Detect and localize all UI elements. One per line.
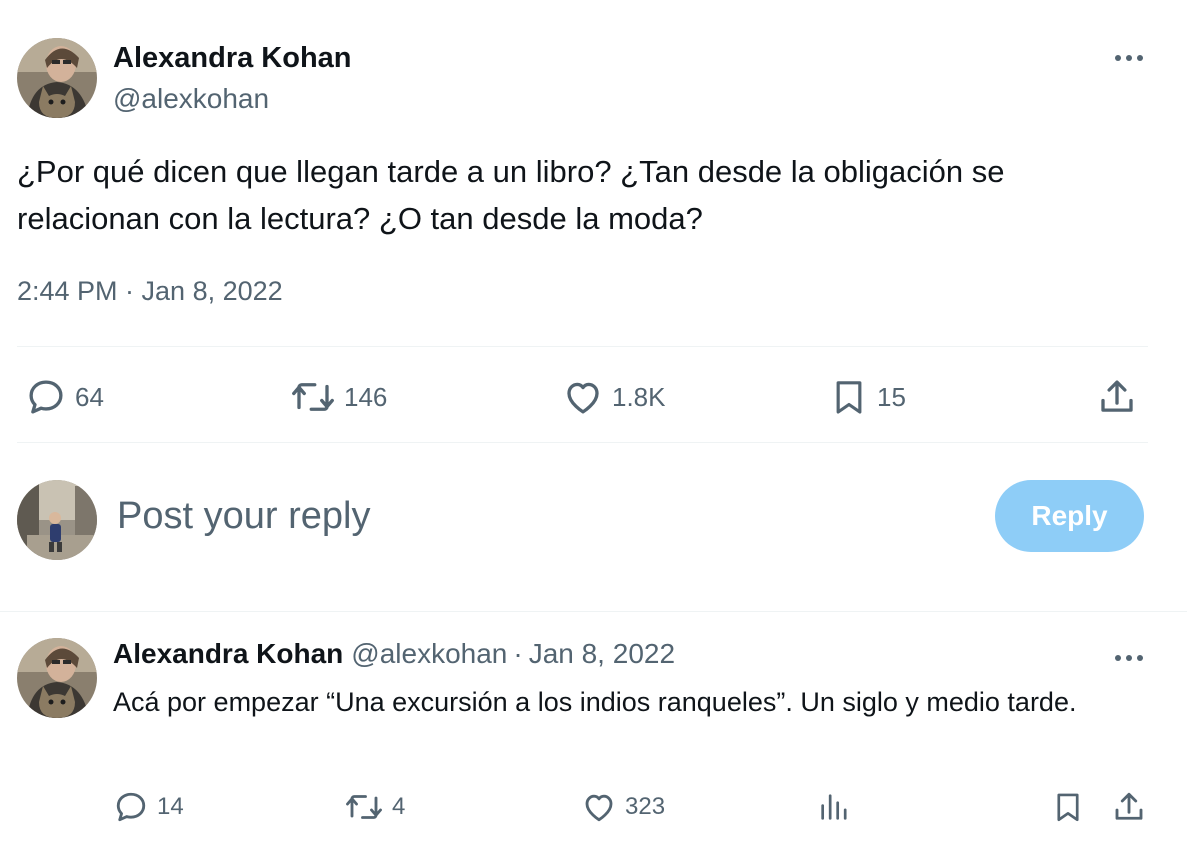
reply-reply-count: 14 [157,793,184,820]
author-name[interactable]: Alexandra Kohan [113,42,352,75]
reply-retweet-button[interactable]: 4 [344,789,405,825]
like-button[interactable]: 1.8K [562,376,666,418]
reply-text: Acá por empezar “Una excursión a los ind… [113,687,1077,717]
bookmark-button[interactable]: 15 [829,376,906,418]
bookmark-icon [1057,793,1079,822]
divider [17,442,1148,443]
bookmark-icon [836,381,862,414]
reply-author-avatar[interactable] [17,638,97,718]
like-icon [567,382,599,414]
tweet-text: ¿Por qué dicen que llegan tarde a un lib… [17,154,1005,236]
current-user-avatar[interactable] [17,480,97,560]
reply-like-count: 323 [625,793,666,820]
bookmark-count: 15 [877,381,906,412]
reply-more-options-button[interactable] [1112,650,1146,666]
tweet-timestamp[interactable]: 2:44 PM · Jan 8, 2022 [17,276,283,307]
retweet-button[interactable]: 146 [290,376,387,418]
share-button[interactable] [1096,376,1138,418]
views-icon [821,794,847,820]
share-icon [1101,380,1133,412]
more-options-button[interactable] [1112,50,1146,66]
retweet-icon [346,795,382,819]
reply-author-handle[interactable]: @alexkohan [351,638,507,670]
separator-dot: · [513,638,523,669]
reply-count: 64 [75,381,104,412]
reply-bookmark-button[interactable] [1051,789,1085,825]
reply-date[interactable]: Jan 8, 2022 [529,638,675,670]
divider [0,611,1187,612]
reply-author-name[interactable]: Alexandra Kohan [113,638,343,670]
share-icon [1115,792,1143,820]
reply-retweet-count: 4 [392,793,406,820]
reply-icon [116,792,146,822]
reply-header: Alexandra Kohan @alexkohan · Jan 8, 2022 [113,638,675,670]
avatar-image [17,480,97,560]
author-handle[interactable]: @alexkohan [113,83,269,115]
reply-like-button[interactable]: 323 [581,789,665,825]
retweet-count: 146 [344,381,388,412]
reply-submit-button[interactable]: Reply [995,480,1144,552]
more-icon [1115,55,1143,61]
avatar-image [17,38,97,118]
divider [17,346,1148,347]
reply-input[interactable]: Post your reply [117,495,370,538]
reply-reply-button[interactable]: 14 [113,789,184,825]
more-icon [1115,655,1143,661]
reply-views-button[interactable] [817,789,851,825]
retweet-icon [292,383,334,411]
like-icon [585,794,613,822]
author-avatar[interactable] [17,38,97,118]
reply-share-button[interactable] [1111,789,1147,825]
avatar-image [17,638,97,718]
reply-button[interactable]: 64 [25,376,104,418]
like-count: 1.8K [612,381,666,412]
reply-icon [29,380,63,414]
